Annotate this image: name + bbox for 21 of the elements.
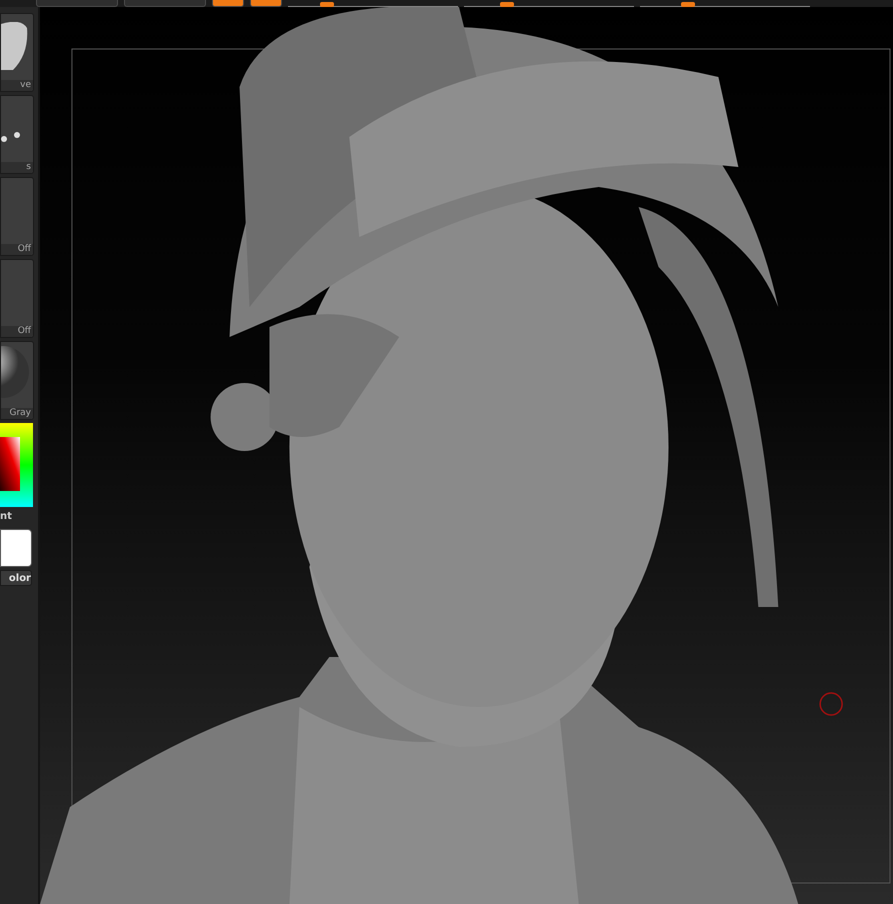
tile-label: Off [1,326,33,337]
palette-tile[interactable]: Gray [0,341,34,420]
palette-tile[interactable]: Off [0,259,34,338]
color-picker[interactable] [0,423,33,507]
tile-label: Off [1,244,33,255]
dots-icon [1,132,21,142]
slider-handle[interactable] [500,2,514,7]
tile-label: s [1,162,33,173]
palette-tile[interactable]: Off [0,177,34,256]
slider-handle[interactable] [320,2,334,7]
palette-tile[interactable]: ve [0,13,34,92]
toolbar-button[interactable] [212,0,244,7]
tile-label: Gray [1,408,33,419]
material-icon [1,22,28,72]
tile-label: ve [1,80,33,91]
color-label: nt [0,510,13,524]
toolbar-button[interactable] [250,0,282,7]
palette-tile[interactable]: s [0,95,34,174]
color-swatch[interactable] [0,529,32,567]
color-button[interactable]: olor [0,570,32,586]
slider-handle[interactable] [680,2,694,7]
